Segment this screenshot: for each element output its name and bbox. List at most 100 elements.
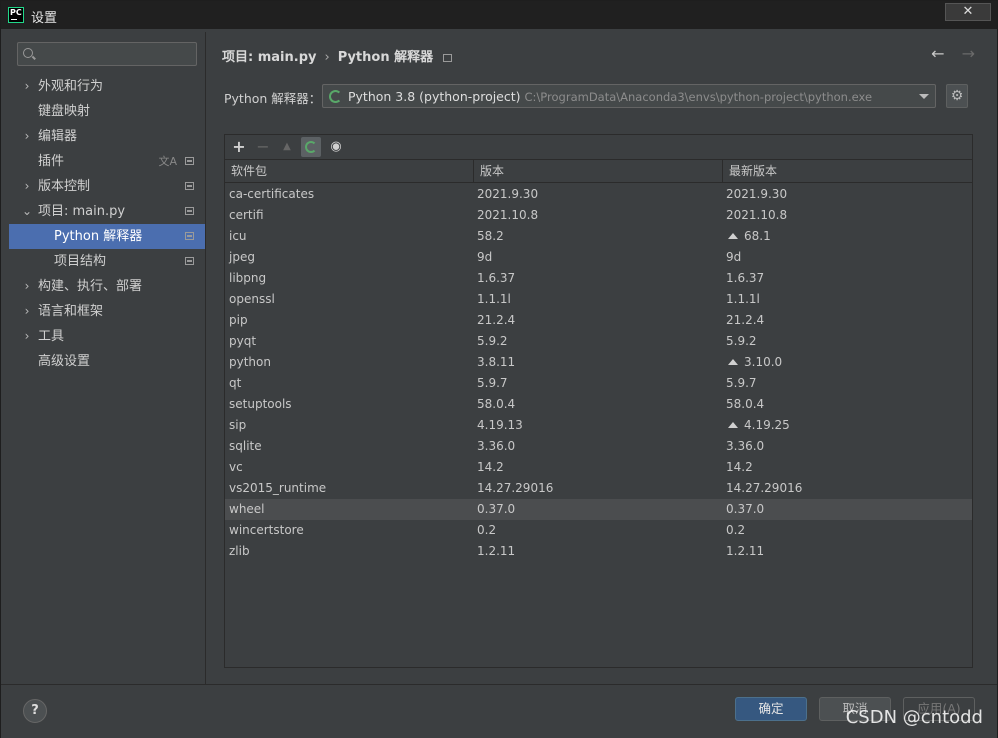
- upgrade-package-button[interactable]: ▲: [277, 137, 297, 157]
- show-early-releases-eye-icon[interactable]: ◉: [326, 137, 346, 157]
- package-version: 5.9.7: [477, 376, 508, 390]
- table-row[interactable]: python 3.8.11 3.10.0: [225, 352, 972, 373]
- sidebar-item-label: 项目: main.py: [38, 204, 126, 219]
- sidebar-item-languages[interactable]: › 语言和框架: [9, 299, 205, 324]
- sidebar-item-label: 外观和行为: [38, 79, 104, 94]
- settings-content: 项目: main.py › Python 解释器 ← → Python 解释器： P…: [206, 32, 997, 684]
- table-row[interactable]: pip 21.2.4 21.2.4: [225, 310, 972, 331]
- sidebar-item-label: 语言和框架: [38, 304, 104, 319]
- package-latest: 5.9.7: [726, 376, 757, 390]
- table-row[interactable]: wincertstore 0.2 0.2: [225, 520, 972, 541]
- sidebar-item-advanced[interactable]: 高级设置: [9, 349, 205, 374]
- remove-package-button[interactable]: −: [253, 137, 273, 157]
- sidebar-item-project[interactable]: ⌄ 项目: main.py: [9, 199, 205, 224]
- package-name: icu: [229, 229, 247, 243]
- table-row[interactable]: zlib 1.2.11 1.2.11: [225, 541, 972, 562]
- settings-dialog: PC 设置 ✕ › 外观和行为 键盘映射 › 编辑器 插件 文A › 版本控制 …: [0, 0, 998, 738]
- table-row[interactable]: setuptools 58.0.4 58.0.4: [225, 394, 972, 415]
- package-version: 5.9.2: [477, 334, 508, 348]
- project-scope-icon: [185, 182, 194, 190]
- column-header-version[interactable]: 版本: [474, 160, 723, 183]
- breadcrumb-project[interactable]: 项目: main.py: [222, 50, 316, 65]
- project-scope-icon: [185, 157, 194, 165]
- table-row[interactable]: pyqt 5.9.2 5.9.2: [225, 331, 972, 352]
- package-name: wheel: [229, 502, 265, 516]
- sidebar-item-python-interpreter[interactable]: Python 解释器: [9, 224, 205, 249]
- help-button[interactable]: ?: [23, 699, 47, 723]
- sidebar-item-label: 插件: [38, 154, 65, 169]
- package-version: 14.2: [477, 460, 504, 474]
- interpreter-settings-button[interactable]: ⚙: [946, 84, 968, 108]
- ok-button[interactable]: 确定: [735, 697, 807, 721]
- breadcrumb-separator: ›: [324, 50, 330, 65]
- chevron-right-icon: ›: [24, 79, 30, 93]
- table-row[interactable]: wheel 0.37.0 0.37.0: [225, 499, 972, 520]
- table-row[interactable]: jpeg 9d 9d: [225, 247, 972, 268]
- sidebar-item-build[interactable]: › 构建、执行、部署: [9, 274, 205, 299]
- refresh-button[interactable]: [301, 137, 321, 157]
- chevron-right-icon: ›: [24, 329, 30, 343]
- package-latest: 3.10.0: [744, 355, 783, 369]
- title-bar: PC 设置 ✕: [1, 1, 997, 29]
- sidebar-item-tools[interactable]: › 工具: [9, 324, 205, 349]
- package-version: 1.1.1l: [477, 292, 511, 306]
- interpreter-name: Python 3.8 (python-project): [348, 89, 521, 104]
- table-row[interactable]: ca-certificates 2021.9.30 2021.9.30: [225, 184, 972, 205]
- packages-toolbar: + − ▲ ◉: [225, 135, 972, 159]
- interpreter-label: Python 解释器：: [224, 91, 322, 106]
- packages-panel: + − ▲ ◉ 软件包 版本 最新版本 ca-certificates 2021.…: [224, 134, 973, 668]
- interpreter-select[interactable]: Python 3.8 (python-project) C:\ProgramDa…: [322, 84, 936, 108]
- sidebar-item-plugins[interactable]: 插件 文A: [9, 149, 205, 174]
- package-latest: 14.27.29016: [726, 481, 803, 495]
- chevron-right-icon: ›: [24, 304, 30, 318]
- history-nav: ← →: [919, 44, 975, 63]
- package-version: 0.2: [477, 523, 497, 537]
- interpreter-path: C:\ProgramData\Anaconda3\envs\python-pro…: [524, 90, 873, 104]
- table-row[interactable]: sip 4.19.13 4.19.25: [225, 415, 972, 436]
- package-latest: 4.19.25: [744, 418, 790, 432]
- back-arrow-icon[interactable]: ←: [931, 44, 944, 63]
- table-row[interactable]: vs2015_runtime 14.27.29016 14.27.29016: [225, 478, 972, 499]
- package-latest: 2021.9.30: [726, 187, 788, 201]
- forward-arrow-icon[interactable]: →: [962, 44, 975, 63]
- table-row[interactable]: qt 5.9.7 5.9.7: [225, 373, 972, 394]
- table-body: ca-certificates 2021.9.30 2021.9.30 certif…: [225, 184, 972, 562]
- package-version: 1.6.37: [477, 271, 516, 285]
- sidebar-item-editor[interactable]: › 编辑器: [9, 124, 205, 149]
- table-row[interactable]: sqlite 3.36.0 3.36.0: [225, 436, 972, 457]
- package-version: 4.19.13: [477, 418, 523, 432]
- sidebar-item-vcs[interactable]: › 版本控制: [9, 174, 205, 199]
- package-latest: 5.9.2: [726, 334, 757, 348]
- package-name: openssl: [229, 292, 275, 306]
- refresh-spinner-icon: [305, 141, 317, 153]
- table-row[interactable]: libpng 1.6.37 1.6.37: [225, 268, 972, 289]
- project-scope-icon: [185, 257, 194, 265]
- package-name: qt: [229, 376, 242, 390]
- column-header-latest[interactable]: 最新版本: [723, 160, 972, 183]
- breadcrumb-page: Python 解释器: [337, 50, 434, 65]
- package-name: certifi: [229, 208, 264, 222]
- chevron-right-icon: ›: [24, 179, 30, 193]
- sidebar-item-keymap[interactable]: 键盘映射: [9, 99, 205, 124]
- search-icon: [23, 48, 33, 58]
- table-row[interactable]: openssl 1.1.1l 1.1.1l: [225, 289, 972, 310]
- package-version: 58.2: [477, 229, 504, 243]
- sidebar-item-appearance[interactable]: › 外观和行为: [9, 74, 205, 99]
- table-row[interactable]: certifi 2021.10.8 2021.10.8: [225, 205, 972, 226]
- table-row[interactable]: vc 14.2 14.2: [225, 457, 972, 478]
- package-version: 3.36.0: [477, 439, 516, 453]
- settings-search-input[interactable]: [17, 42, 197, 66]
- table-row[interactable]: icu 58.2 68.1: [225, 226, 972, 247]
- package-latest-cell: 3.10.0: [723, 352, 782, 373]
- package-version: 14.27.29016: [477, 481, 554, 495]
- project-scope-icon: [185, 232, 194, 240]
- add-package-button[interactable]: +: [229, 137, 249, 157]
- package-name: libpng: [229, 271, 267, 285]
- package-version: 1.2.11: [477, 544, 516, 558]
- sidebar-item-project-structure[interactable]: 项目结构: [9, 249, 205, 274]
- column-header-package[interactable]: 软件包: [225, 160, 474, 183]
- package-name: wincertstore: [229, 523, 304, 537]
- package-name: sqlite: [229, 439, 262, 453]
- package-name: sip: [229, 418, 247, 432]
- close-button[interactable]: ✕: [945, 3, 991, 21]
